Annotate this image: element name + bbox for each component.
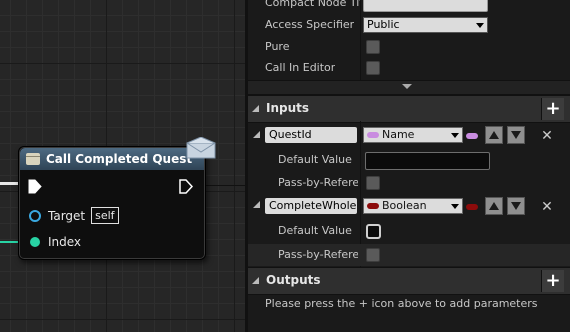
outputs-hint-row: Please press the + icon above to add par…: [248, 295, 570, 315]
remove-param-button[interactable]: ✕: [540, 129, 554, 143]
compact-node-title-input[interactable]: [363, 0, 488, 12]
target-self-value[interactable]: self: [91, 207, 119, 224]
index-pin-label: Index: [48, 235, 82, 249]
pure-checkbox[interactable]: [366, 40, 380, 54]
default-value-input[interactable]: [365, 152, 490, 170]
param-type-label: Name: [382, 128, 415, 141]
exec-out-pin[interactable]: [179, 179, 193, 194]
param-name-field[interactable]: CompleteWholeQ: [265, 198, 357, 214]
add-output-button[interactable]: +: [541, 270, 564, 292]
pass-by-reference-label: Pass-by-Refere: [278, 176, 358, 189]
param-type-dropdown[interactable]: Boolean: [363, 198, 463, 214]
param-default-row-1: Default Value: [248, 150, 570, 170]
collapse-triangle-icon: [252, 277, 259, 284]
pass-by-reference-checkbox[interactable]: [366, 248, 380, 262]
param-type-dropdown[interactable]: Name: [363, 127, 463, 143]
input-param-row-2: CompleteWholeQ Boolean ✕: [248, 196, 570, 216]
target-pin-icon[interactable]: [28, 209, 42, 223]
move-down-button[interactable]: [507, 126, 525, 144]
access-specifier-value: Public: [367, 18, 400, 31]
default-value-checkbox[interactable]: [366, 224, 381, 239]
function-icon: [26, 153, 40, 165]
outputs-section-title: Outputs: [266, 273, 321, 287]
type-color-swatch: [367, 132, 379, 138]
compact-node-title-row: Compact Node Tit: [248, 0, 570, 14]
param-name-field[interactable]: QuestId: [265, 127, 357, 143]
chevron-down-icon: [402, 84, 412, 89]
node-header[interactable]: Call Completed Quest: [20, 148, 204, 170]
call-completed-quest-node[interactable]: Call Completed Quest Target self Index: [18, 146, 206, 260]
access-specifier-label: Access Specifier: [265, 18, 355, 31]
call-in-editor-checkbox[interactable]: [366, 61, 380, 75]
target-pin-label: Target: [48, 208, 86, 223]
move-up-button[interactable]: [485, 197, 503, 215]
index-pin-icon[interactable]: [28, 235, 42, 249]
blueprint-graph[interactable]: Call Completed Quest Target self Index: [0, 0, 245, 332]
param-type-label: Boolean: [382, 199, 427, 212]
inputs-section-title: Inputs: [266, 101, 310, 115]
advanced-expander[interactable]: [248, 80, 570, 95]
outputs-section-header[interactable]: Outputs +: [248, 267, 570, 295]
access-specifier-dropdown[interactable]: Public: [363, 17, 488, 33]
chevron-down-icon: [476, 23, 484, 28]
exec-wire-out[interactable]: [200, 185, 245, 186]
add-input-button[interactable]: +: [541, 98, 564, 120]
outputs-hint: Please press the + icon above to add par…: [265, 297, 538, 310]
pure-row: Pure: [248, 38, 570, 58]
plus-icon: +: [545, 270, 561, 291]
details-panel: Compact Node Tit Access Specifier Public…: [245, 0, 570, 332]
compact-node-title-label: Compact Node Tit: [265, 0, 360, 9]
call-in-editor-row: Call In Editor: [248, 59, 570, 79]
pure-label: Pure: [265, 40, 290, 53]
pass-by-reference-label: Pass-by-Refere: [278, 248, 358, 261]
chevron-down-icon: [451, 204, 459, 209]
call-in-editor-label: Call In Editor: [265, 61, 336, 74]
node-title: Call Completed Quest: [46, 152, 193, 166]
move-up-button[interactable]: [485, 126, 503, 144]
param-pass-row-1: Pass-by-Refere: [248, 173, 570, 193]
param-default-row-2: Default Value: [248, 221, 570, 241]
remove-param-button[interactable]: ✕: [540, 200, 554, 214]
input-param-row-1: QuestId Name ✕: [248, 126, 570, 146]
access-specifier-row: Access Specifier Public: [248, 15, 570, 35]
type-pin-icon: [466, 133, 478, 139]
chevron-down-icon: [451, 133, 459, 138]
default-value-label: Default Value: [278, 224, 352, 237]
plus-icon: +: [545, 98, 561, 119]
default-value-label: Default Value: [278, 153, 352, 166]
pass-by-reference-checkbox[interactable]: [366, 176, 380, 190]
collapse-triangle-icon[interactable]: [253, 131, 261, 139]
collapse-triangle-icon: [252, 105, 259, 112]
move-down-button[interactable]: [507, 197, 525, 215]
index-pin-row[interactable]: Index: [28, 235, 81, 249]
target-pin-row[interactable]: Target self: [28, 207, 119, 224]
envelope-icon: [186, 137, 216, 159]
type-pin-icon: [466, 204, 478, 210]
inputs-section-header[interactable]: Inputs +: [248, 95, 570, 123]
type-color-swatch: [367, 203, 379, 209]
param-pass-row-2: Pass-by-Refere: [248, 244, 570, 266]
collapse-triangle-icon[interactable]: [253, 201, 261, 209]
exec-in-pin[interactable]: [28, 179, 42, 194]
